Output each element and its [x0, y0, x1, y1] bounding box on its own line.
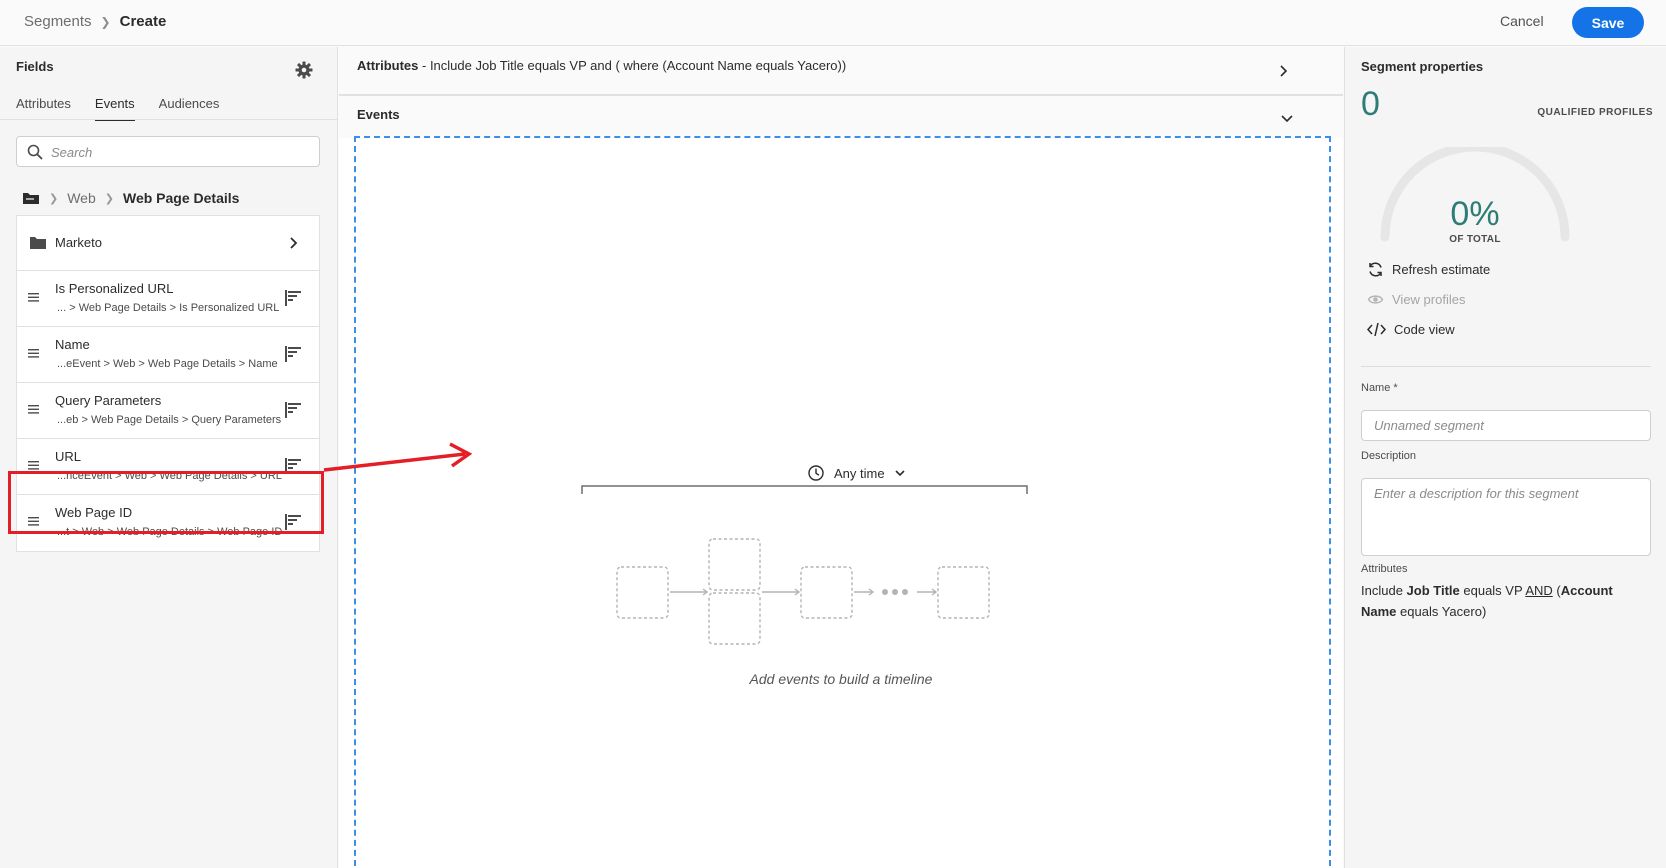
code-view-button[interactable]: Code view — [1367, 321, 1455, 338]
events-label: Events — [357, 107, 400, 122]
list-item[interactable]: Name ...eEvent > Web > Web Page Details … — [17, 327, 319, 383]
path-separator-icon: ❯ — [49, 192, 59, 205]
tab-audiences[interactable]: Audiences — [159, 96, 220, 121]
clock-icon — [808, 465, 824, 481]
attributes-summary-label: Attributes — [1361, 563, 1408, 575]
timeline-illustration — [616, 538, 990, 645]
code-icon — [1367, 322, 1386, 337]
chevron-down-icon[interactable] — [1281, 115, 1293, 123]
folder-item-marketo[interactable]: Marketo — [17, 216, 319, 271]
time-filter-dropdown[interactable]: Any time — [808, 465, 905, 481]
chevron-right-icon — [290, 237, 297, 249]
tab-attributes[interactable]: Attributes — [16, 96, 71, 121]
description-label: Description — [1361, 450, 1417, 462]
timeline-empty-caption: Add events to build a timeline — [749, 671, 933, 687]
percent-value: 0% — [1450, 195, 1500, 233]
properties-divider — [1361, 366, 1651, 367]
timeline-bracket — [581, 485, 1028, 494]
search-icon — [27, 144, 43, 160]
cancel-button[interactable]: Cancel — [1500, 13, 1544, 29]
field-name: URL — [55, 449, 82, 464]
time-filter-label: Any time — [834, 465, 885, 481]
code-view-label: Code view — [1394, 322, 1455, 337]
fields-title: Fields — [16, 59, 54, 74]
attributes-summary: - Include Job Title equals VP and ( wher… — [418, 58, 847, 73]
refresh-icon — [1369, 262, 1382, 277]
events-dropzone[interactable]: Any time — [354, 136, 1331, 868]
segment-description-field[interactable] — [1361, 478, 1651, 556]
tabs-divider — [0, 119, 337, 120]
field-path: ...eEvent > Web > Web Page Details > Nam… — [57, 358, 278, 370]
attributes-summary-bar[interactable]: Attributes - Include Job Title equals VP… — [339, 47, 1343, 96]
properties-title: Segment properties — [1361, 59, 1484, 74]
highlight-box — [8, 471, 324, 534]
distribution-icon[interactable] — [285, 290, 301, 306]
events-header[interactable]: Events — [339, 96, 1343, 138]
field-path: ... > Web Page Details > Is Personalized… — [57, 302, 280, 314]
distribution-icon[interactable] — [285, 346, 301, 362]
gear-icon[interactable] — [294, 60, 314, 80]
drag-handle-icon[interactable] — [28, 349, 39, 358]
attributes-summary-text: Include Job Title equals VP AND (Account… — [1361, 583, 1613, 619]
segment-name-field[interactable] — [1361, 410, 1651, 441]
attributes-label: Attributes — [357, 58, 419, 73]
save-button[interactable]: Save — [1572, 7, 1644, 38]
segment-properties-panel: Segment properties 0 QUALIFIED PROFILES … — [1344, 47, 1666, 868]
breadcrumb-separator-icon: ❯ — [100, 14, 111, 29]
chevron-down-icon — [895, 469, 905, 476]
refresh-estimate-label: Refresh estimate — [1392, 262, 1491, 277]
fields-panel: Fields Attributes Events Audiences Searc… — [0, 47, 338, 868]
refresh-estimate-button[interactable]: Refresh estimate — [1367, 261, 1490, 278]
top-bar: Segments ❯ Create Cancel Save — [0, 0, 1666, 46]
folder-root-icon[interactable] — [22, 191, 40, 205]
field-path: ...eb > Web Page Details > Query Paramet… — [57, 414, 282, 426]
list-item[interactable]: Is Personalized URL ... > Web Page Detai… — [17, 271, 319, 327]
drag-handle-icon[interactable] — [28, 293, 39, 302]
distribution-icon[interactable] — [285, 402, 301, 418]
path-web[interactable]: Web — [67, 190, 96, 206]
view-profiles-label: View profiles — [1392, 292, 1466, 307]
path-separator-icon: ❯ — [104, 192, 114, 205]
qualified-count: 0 — [1361, 85, 1380, 123]
folder-icon — [30, 237, 46, 249]
tab-events[interactable]: Events — [94, 96, 135, 121]
search-input[interactable] — [51, 142, 311, 162]
breadcrumb-segments[interactable]: Segments — [24, 13, 92, 30]
folder-label: Marketo — [55, 235, 102, 250]
eye-icon — [1367, 295, 1384, 304]
drag-handle-icon[interactable] — [28, 405, 39, 414]
field-name: Is Personalized URL — [55, 281, 174, 296]
name-label: Name * — [1361, 382, 1398, 394]
segment-canvas: Attributes - Include Job Title equals VP… — [339, 47, 1343, 868]
path-current: Web Page Details — [122, 190, 240, 206]
fields-tabs: Attributes Events Audiences — [16, 96, 219, 121]
list-item[interactable]: Query Parameters ...eb > Web Page Detail… — [17, 383, 319, 439]
breadcrumb-current: Create — [119, 13, 167, 30]
view-profiles-button[interactable]: View profiles — [1367, 291, 1465, 308]
field-name: Name — [55, 337, 90, 352]
field-name: Query Parameters — [55, 393, 162, 408]
drag-handle-icon[interactable] — [28, 461, 39, 470]
percent-label: OF TOTAL — [1449, 234, 1501, 245]
qualified-label: QUALIFIED PROFILES — [1537, 107, 1653, 118]
search-box — [16, 136, 320, 167]
field-path-breadcrumb: ❯ Web ❯ Web Page Details — [22, 190, 239, 206]
breadcrumb: Segments ❯ Create — [24, 13, 166, 30]
chevron-right-icon[interactable] — [1279, 65, 1287, 77]
